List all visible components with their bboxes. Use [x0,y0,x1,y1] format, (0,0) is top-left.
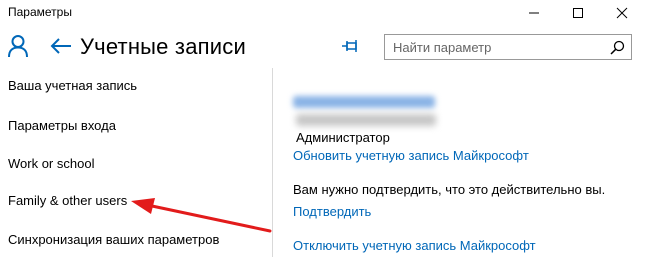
page-title: Учетные записи [80,34,246,59]
close-button[interactable] [600,0,644,26]
minimize-button[interactable] [512,0,556,26]
page-header: Учетные записи [0,26,646,68]
sidebar-item-family-other-users[interactable]: Family & other users [8,193,127,208]
search-input[interactable] [385,35,603,59]
redacted-account-email [296,114,436,126]
minimize-icon [529,12,539,14]
close-icon [616,7,628,19]
title-bar: Параметры [0,0,646,26]
account-role: Администратор [296,130,390,145]
sidebar-item-sign-in-options[interactable]: Параметры входа [8,118,116,133]
maximize-button[interactable] [556,0,600,26]
pane-divider [272,68,273,257]
verify-link[interactable]: Подтвердить [293,204,371,219]
redacted-account-name [293,96,435,108]
disable-microsoft-account-link[interactable]: Отключить учетную запись Майкрософт [293,238,536,253]
update-microsoft-account-link[interactable]: Обновить учетную запись Майкрософт [293,148,529,163]
back-arrow-icon[interactable] [50,37,72,60]
sidebar-item-sync-settings[interactable]: Синхронизация ваших параметров [8,232,219,247]
pin-icon[interactable] [341,38,361,59]
sidebar-item-your-account[interactable]: Ваша учетная запись [8,78,137,93]
sidebar-item-work-or-school[interactable]: Work or school [8,156,94,171]
search-icon[interactable] [610,40,625,60]
window-title: Параметры [8,5,72,19]
maximize-icon [573,8,583,18]
user-icon[interactable] [7,34,29,63]
search-box[interactable] [384,34,632,60]
verify-prompt-text: Вам нужно подтвердить, что это действите… [293,182,606,197]
